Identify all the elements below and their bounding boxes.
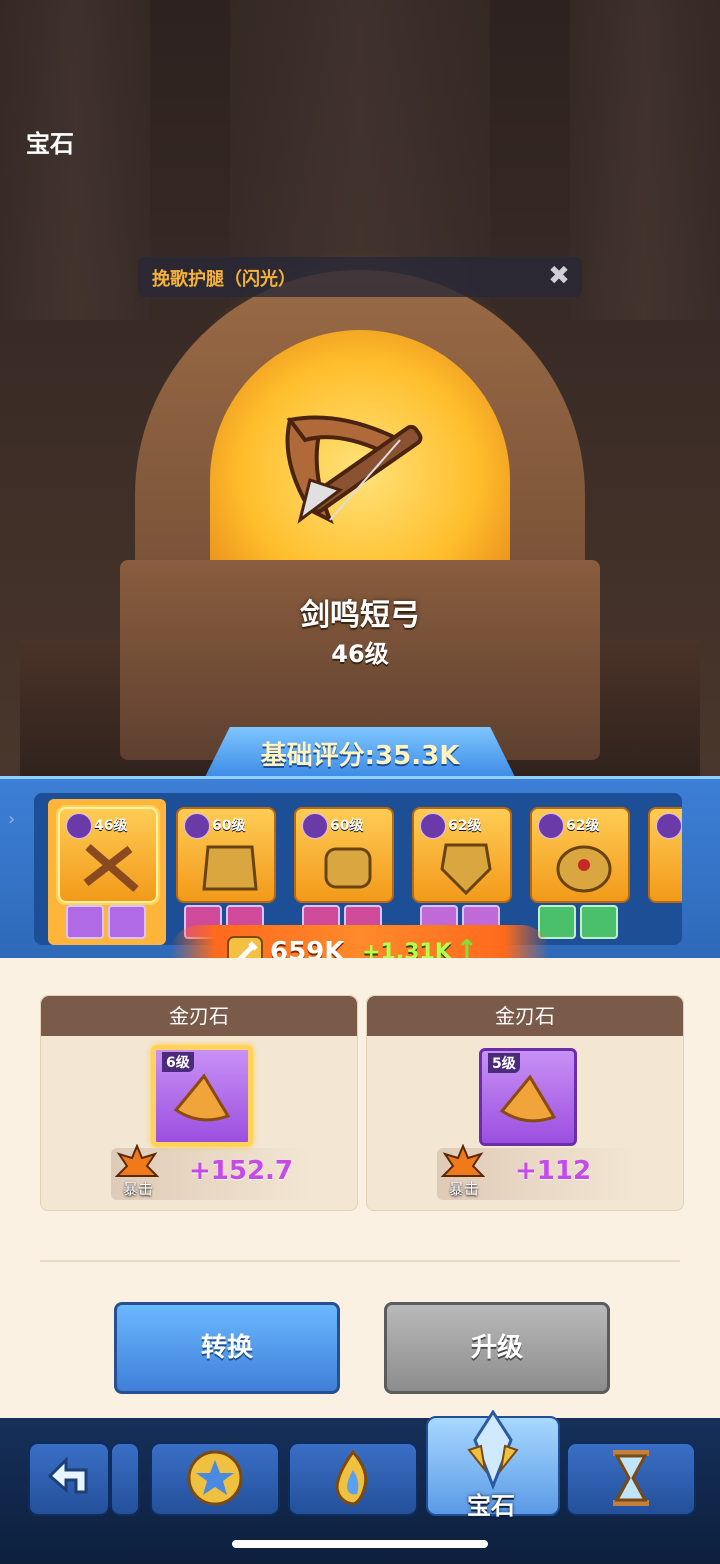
home-indicator[interactable] xyxy=(232,1540,488,1548)
stat-row: 暴击 +152.7 xyxy=(111,1144,311,1200)
crit-burst-icon xyxy=(115,1144,159,1177)
flame-icon xyxy=(335,1449,368,1506)
golden-armor-icon xyxy=(202,845,258,891)
quality-badge-icon xyxy=(420,813,446,839)
nav-separator xyxy=(110,1442,140,1516)
stat-label: 暴击 xyxy=(449,1180,480,1198)
gear-item[interactable]: 60级 xyxy=(172,801,276,939)
stone-pillar-right xyxy=(570,0,720,320)
gem-crystal-icon xyxy=(467,1410,519,1490)
gem-card-selected[interactable]: 金刃石 6级 暴击 +152.7 xyxy=(40,995,358,1211)
convert-button[interactable]: 转换 xyxy=(114,1302,340,1394)
gear-card: 62级 xyxy=(530,807,630,903)
gear-item[interactable]: 60级 xyxy=(290,801,394,939)
page-title: 宝石 xyxy=(26,130,74,158)
divider xyxy=(40,1260,680,1262)
quality-badge-icon xyxy=(302,813,328,839)
base-score-label: 基础评分:35.3K xyxy=(260,741,460,771)
gold-blade-stone-icon xyxy=(173,1073,231,1122)
weapon-level: 46级 xyxy=(331,640,389,668)
base-score-tab: 基础评分:35.3K xyxy=(205,727,515,777)
gem-slot xyxy=(538,905,576,939)
gem-name: 金刃石 xyxy=(367,996,683,1036)
upgrade-button[interactable]: 升级 xyxy=(384,1302,610,1394)
golden-gauntlet-icon xyxy=(324,847,372,889)
golden-chestplate-icon xyxy=(440,843,492,896)
back-arrow-icon xyxy=(47,1456,88,1494)
stat-label: 暴击 xyxy=(123,1180,154,1198)
gear-item-partial[interactable] xyxy=(644,801,682,933)
gold-blade-stone-icon xyxy=(499,1074,557,1123)
gem-slot xyxy=(580,905,618,939)
nav-back-button[interactable] xyxy=(28,1442,110,1516)
gem-name: 金刃石 xyxy=(41,996,357,1036)
notice-text: 挽歌护腿（闪光） xyxy=(152,269,296,290)
hourglass-icon xyxy=(613,1450,649,1506)
golden-shoulder-icon xyxy=(556,845,612,893)
gear-card: 60级 xyxy=(176,807,276,903)
close-icon[interactable]: ✖ xyxy=(544,261,574,291)
forge-background xyxy=(0,0,720,790)
gem-level: 5级 xyxy=(488,1053,520,1073)
notice-banner: 挽歌护腿（闪光） ✖ xyxy=(138,257,582,297)
gem-slot-box[interactable]: 5级 xyxy=(479,1048,577,1146)
gear-level: 62级 xyxy=(448,818,482,834)
gem-level: 6级 xyxy=(162,1052,194,1072)
gear-level: 46级 xyxy=(94,818,128,834)
stat-row: 暴击 +112 xyxy=(437,1144,637,1200)
nav-hourglass-button[interactable] xyxy=(566,1442,696,1516)
nav-flame-button[interactable] xyxy=(288,1442,418,1516)
gem-slot xyxy=(108,905,146,939)
gear-item[interactable]: 62级 xyxy=(408,801,512,939)
gear-card xyxy=(648,807,682,903)
gem-slot-box[interactable]: 6级 xyxy=(151,1045,253,1147)
quality-badge-icon xyxy=(656,813,682,839)
stat-value: +152.7 xyxy=(189,1156,294,1186)
quality-badge-icon xyxy=(184,813,210,839)
gem-card[interactable]: 金刃石 5级 暴击 +112 xyxy=(366,995,684,1211)
nav-medal-button[interactable] xyxy=(150,1442,280,1516)
stat-value: +112 xyxy=(515,1156,592,1186)
gear-card: 62级 xyxy=(412,807,512,903)
gear-level: 62级 xyxy=(566,818,600,834)
crossbow-icon xyxy=(83,843,139,893)
crossbow-icon xyxy=(285,415,423,525)
gear-card: 46级 xyxy=(58,807,158,903)
gear-card: 60级 xyxy=(294,807,394,903)
gear-list: 46级 60级 60级 62级 62级 xyxy=(34,793,682,945)
gem-slot xyxy=(66,905,104,939)
quality-badge-icon xyxy=(66,813,92,839)
star-medal-icon xyxy=(187,1450,243,1506)
crit-burst-icon xyxy=(441,1144,485,1177)
quality-badge-icon xyxy=(538,813,564,839)
stone-pillar-left xyxy=(0,0,150,320)
weapon-name: 剑鸣短弓 xyxy=(300,598,420,633)
gear-item[interactable]: 62级 xyxy=(526,801,630,939)
gear-item[interactable]: 46级 xyxy=(54,801,158,939)
gear-level: 60级 xyxy=(212,818,246,834)
nav-active-label: 宝石 xyxy=(467,1492,515,1520)
chevron-right-icon[interactable]: › xyxy=(8,809,15,830)
gear-level: 60级 xyxy=(330,818,364,834)
